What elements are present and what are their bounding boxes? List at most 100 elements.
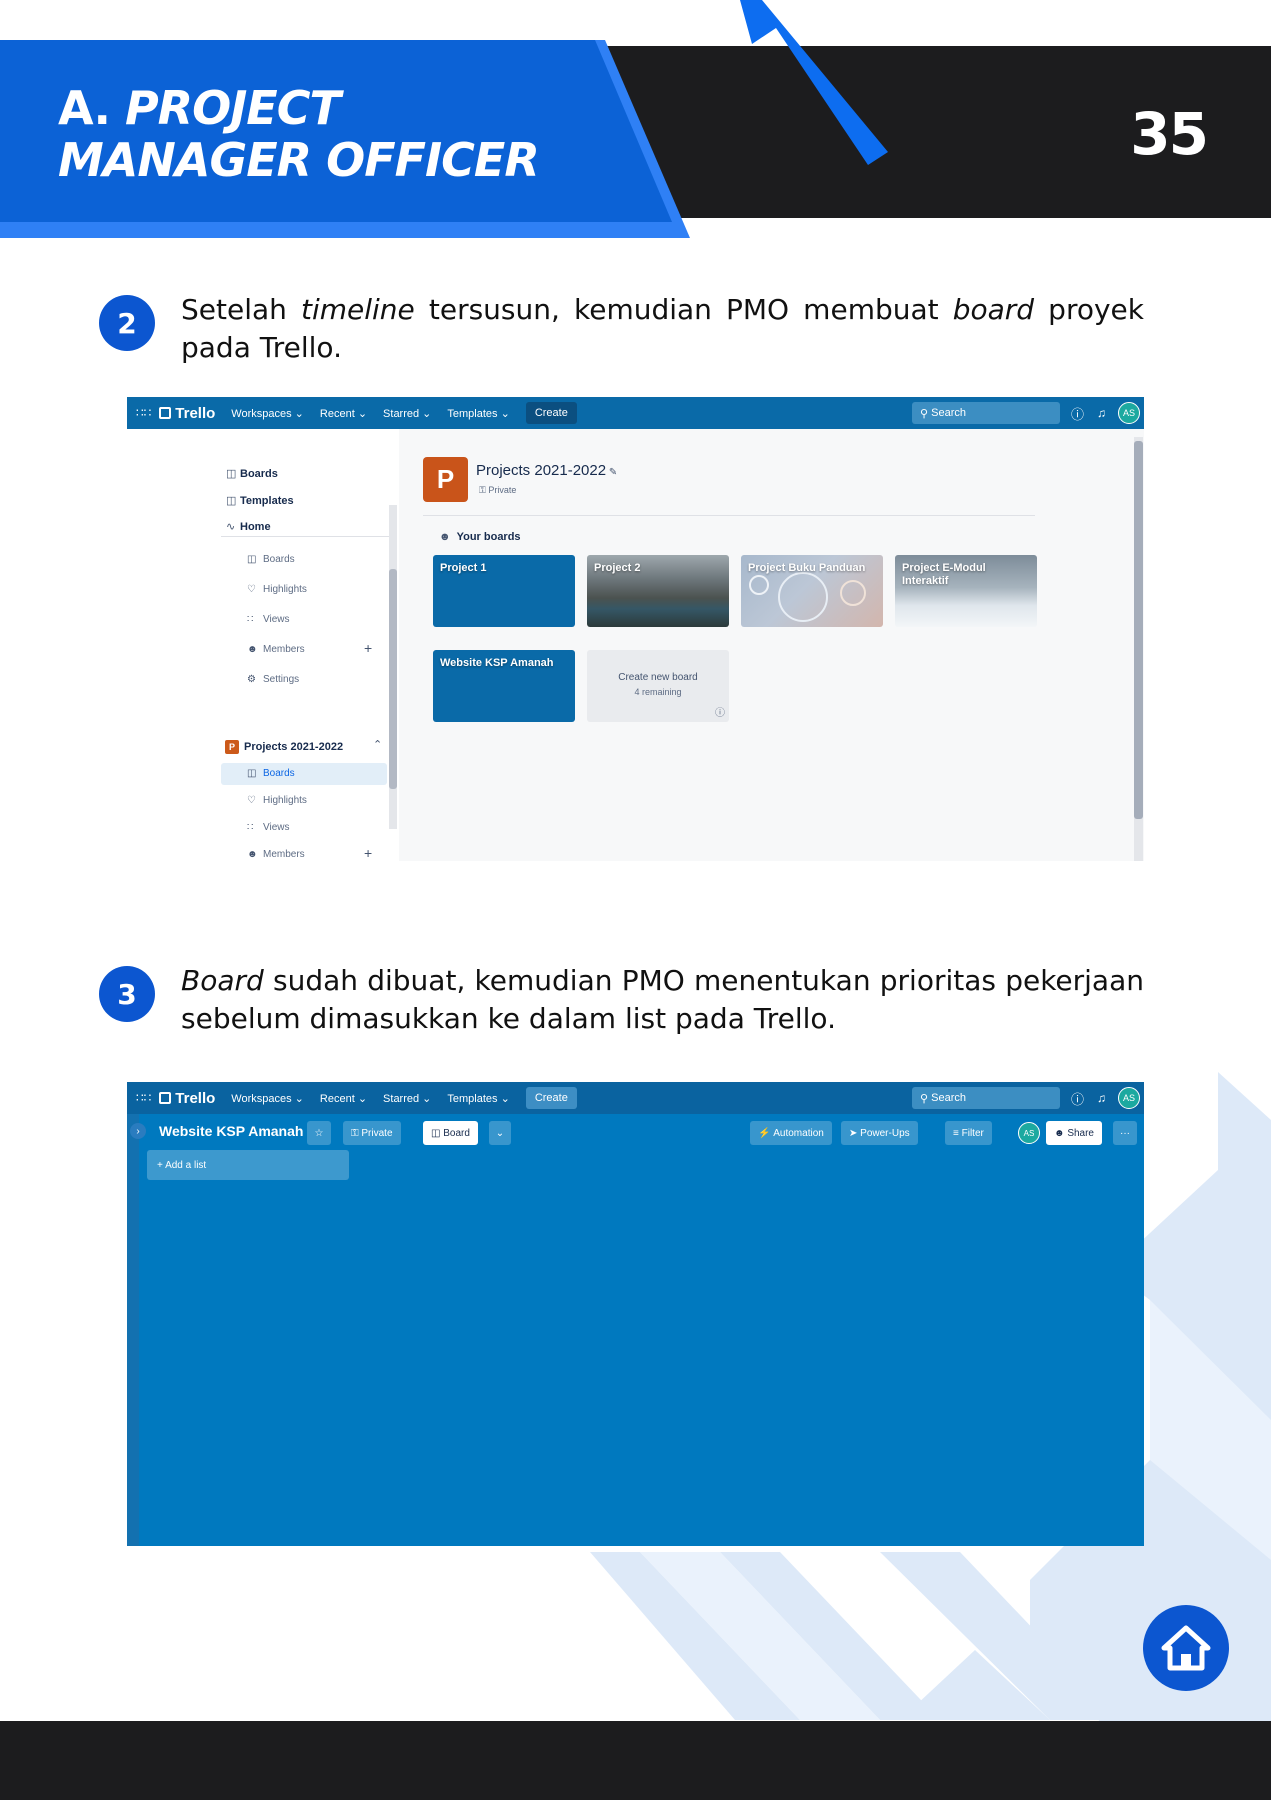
sidebar-sub-highlights-2[interactable]: ♡ Highlights (247, 795, 307, 806)
trello-workspace-screenshot: ∷∷ Trello Workspaces Recent Starred Temp… (127, 397, 1144, 861)
nav-workspaces[interactable]: Workspaces (231, 407, 304, 420)
your-boards-heading: ☻ Your boards (439, 531, 521, 543)
sidebar-sub-members-2[interactable]: ☻ Members (247, 849, 305, 860)
sidebar-sub-members[interactable]: ☻ Members (247, 644, 305, 655)
filter-button[interactable]: ≡ Filter (945, 1121, 992, 1145)
avatar[interactable]: AS (1118, 1087, 1140, 1109)
sidebar-sub-boards[interactable]: ◫ Boards (247, 554, 295, 565)
views-icon: ∷ (247, 614, 254, 625)
board-tile-project-1[interactable]: Project 1 (433, 555, 575, 627)
board-name[interactable]: Website KSP Amanah (159, 1123, 303, 1139)
grid-icon[interactable]: ∷∷ (136, 406, 151, 420)
board-header-bar: › Website KSP Amanah ☆ ⚿ Private ◫ Board… (127, 1114, 1144, 1150)
board-tile-buku-panduan[interactable]: Project Buku Panduan (741, 555, 883, 627)
gear-icon: ⚙ (247, 674, 256, 685)
pulse-icon: ∿ (226, 521, 236, 533)
trello-logo[interactable]: Trello (159, 1090, 215, 1107)
create-button[interactable]: Create (525, 402, 577, 424)
add-member-icon-2[interactable]: + (364, 845, 372, 861)
search-icon: ⚲ (920, 407, 932, 420)
sidebar-collapsed-strip (127, 1114, 139, 1546)
share-button[interactable]: ☻ Share (1046, 1121, 1102, 1145)
create-button[interactable]: Create (525, 1087, 577, 1109)
board-view-button[interactable]: ◫ Board (423, 1121, 478, 1145)
search-input[interactable]: ⚲ Search (912, 402, 1060, 424)
expand-sidebar-icon[interactable]: › (130, 1123, 146, 1139)
trello-logo[interactable]: Trello (159, 405, 215, 422)
board-tile-e-modul[interactable]: Project E-Modul Interaktif (895, 555, 1037, 627)
board-icon: ◫ (226, 468, 237, 480)
add-list-button[interactable]: + Add a list (147, 1150, 349, 1180)
main-scrollbar-thumb[interactable] (1134, 441, 1143, 819)
help-icon[interactable]: ⓘ (715, 704, 725, 719)
sidebar-sub-views-2[interactable]: ∷ Views (247, 822, 290, 833)
nav-recent[interactable]: Recent (320, 407, 367, 420)
heart-icon: ♡ (247, 584, 256, 595)
workspace-visibility: ⚿ Private (479, 485, 517, 495)
step-number-badge: 3 (99, 966, 155, 1022)
boards-remaining: 4 remaining (634, 687, 682, 697)
board-icon: ◫ (247, 554, 257, 565)
sidebar-scrollbar-thumb[interactable] (389, 569, 397, 789)
sidebar-item-templates[interactable]: ◫ Templates (226, 494, 294, 507)
person-icon: ☻ (439, 531, 451, 543)
sidebar-active-highlight (221, 763, 387, 785)
sidebar-divider (221, 536, 391, 537)
home-icon (1161, 1625, 1211, 1671)
chevron-up-icon[interactable]: ⌃ (373, 738, 382, 751)
star-icon[interactable]: ☆ (307, 1121, 331, 1145)
nav-starred[interactable]: Starred (383, 407, 431, 420)
nav-starred[interactable]: Starred (383, 1092, 431, 1105)
sidebar-item-boards[interactable]: ◫ Boards (226, 467, 278, 480)
grid-icon[interactable]: ∷∷ (136, 1091, 151, 1105)
workspace-title[interactable]: Projects 2021-2022 (476, 462, 617, 479)
nav-templates[interactable]: Templates (447, 1092, 509, 1105)
sidebar-item-home[interactable]: ∿ Home (226, 520, 271, 533)
nav-templates[interactable]: Templates (447, 407, 509, 420)
sidebar-sub-boards-active[interactable]: ◫ Boards (247, 768, 295, 779)
create-new-board-tile[interactable]: Create new board 4 remaining ⓘ (587, 650, 729, 722)
sidebar-sub-highlights[interactable]: ♡ Highlights (247, 584, 307, 595)
bell-icon[interactable]: ♫ (1097, 406, 1106, 420)
avatar[interactable]: AS (1118, 402, 1140, 424)
nav-workspaces[interactable]: Workspaces (231, 1092, 304, 1105)
filter-icon: ≡ (953, 1127, 962, 1139)
board-icon: ◫ (247, 768, 257, 779)
views-icon: ∷ (247, 822, 254, 833)
chevron-down-icon[interactable]: ⌄ (489, 1121, 511, 1145)
more-menu-button[interactable]: ··· (1113, 1121, 1137, 1145)
create-board-label: Create new board (618, 672, 698, 683)
power-ups-button[interactable]: ➤ Power-Ups (841, 1121, 918, 1145)
automation-button[interactable]: ⚡ Automation (750, 1121, 832, 1145)
template-icon: ◫ (226, 495, 237, 507)
visibility-button[interactable]: ⚿ Private (343, 1121, 401, 1145)
sidebar-sub-views[interactable]: ∷ Views (247, 614, 290, 625)
sidebar: ◫ Boards ◫ Templates ∿ Home ◫ Boards ♡ Highli… (127, 429, 399, 861)
board-view-icon: ◫ (431, 1127, 444, 1139)
search-icon: ⚲ (920, 1092, 932, 1105)
trello-top-nav: ∷∷ Trello Workspaces Recent Starred Temp… (127, 1082, 1144, 1114)
board-tile-website-ksp[interactable]: Website KSP Amanah (433, 650, 575, 722)
members-icon: ☻ (247, 644, 258, 655)
info-icon[interactable]: ⓘ (1071, 1089, 1084, 1108)
sidebar-workspace-item[interactable]: P Projects 2021-2022 (225, 740, 343, 754)
home-button[interactable] (1143, 1605, 1229, 1691)
sidebar-sub-settings[interactable]: ⚙ Settings (247, 674, 299, 685)
info-icon[interactable]: ⓘ (1071, 404, 1084, 423)
step-3-text: Board sudah dibuat, kemudian PMO menentu… (181, 964, 1144, 1035)
footer-band (0, 1721, 1271, 1800)
lightning-icon: ⚡ (758, 1127, 774, 1139)
member-avatar[interactable]: AS (1018, 1122, 1040, 1144)
person-icon: ☻ (1054, 1127, 1068, 1139)
step-number-badge: 2 (99, 295, 155, 351)
trello-board-screenshot: ∷∷ Trello Workspaces Recent Starred Temp… (127, 1082, 1144, 1546)
bell-icon[interactable]: ♫ (1097, 1091, 1106, 1105)
add-member-icon[interactable]: + (364, 640, 372, 656)
board-tile-project-2[interactable]: Project 2 (587, 555, 729, 627)
page-number: 35 (1130, 100, 1209, 168)
nav-recent[interactable]: Recent (320, 1092, 367, 1105)
search-input[interactable]: ⚲ Search (912, 1087, 1060, 1109)
page-title: A. PROJECT MANAGER OFFICER (58, 81, 540, 187)
workspace-logo: P (423, 457, 468, 502)
step-2-text: Setelah timeline tersusun, kemudian PMO … (181, 293, 1144, 364)
